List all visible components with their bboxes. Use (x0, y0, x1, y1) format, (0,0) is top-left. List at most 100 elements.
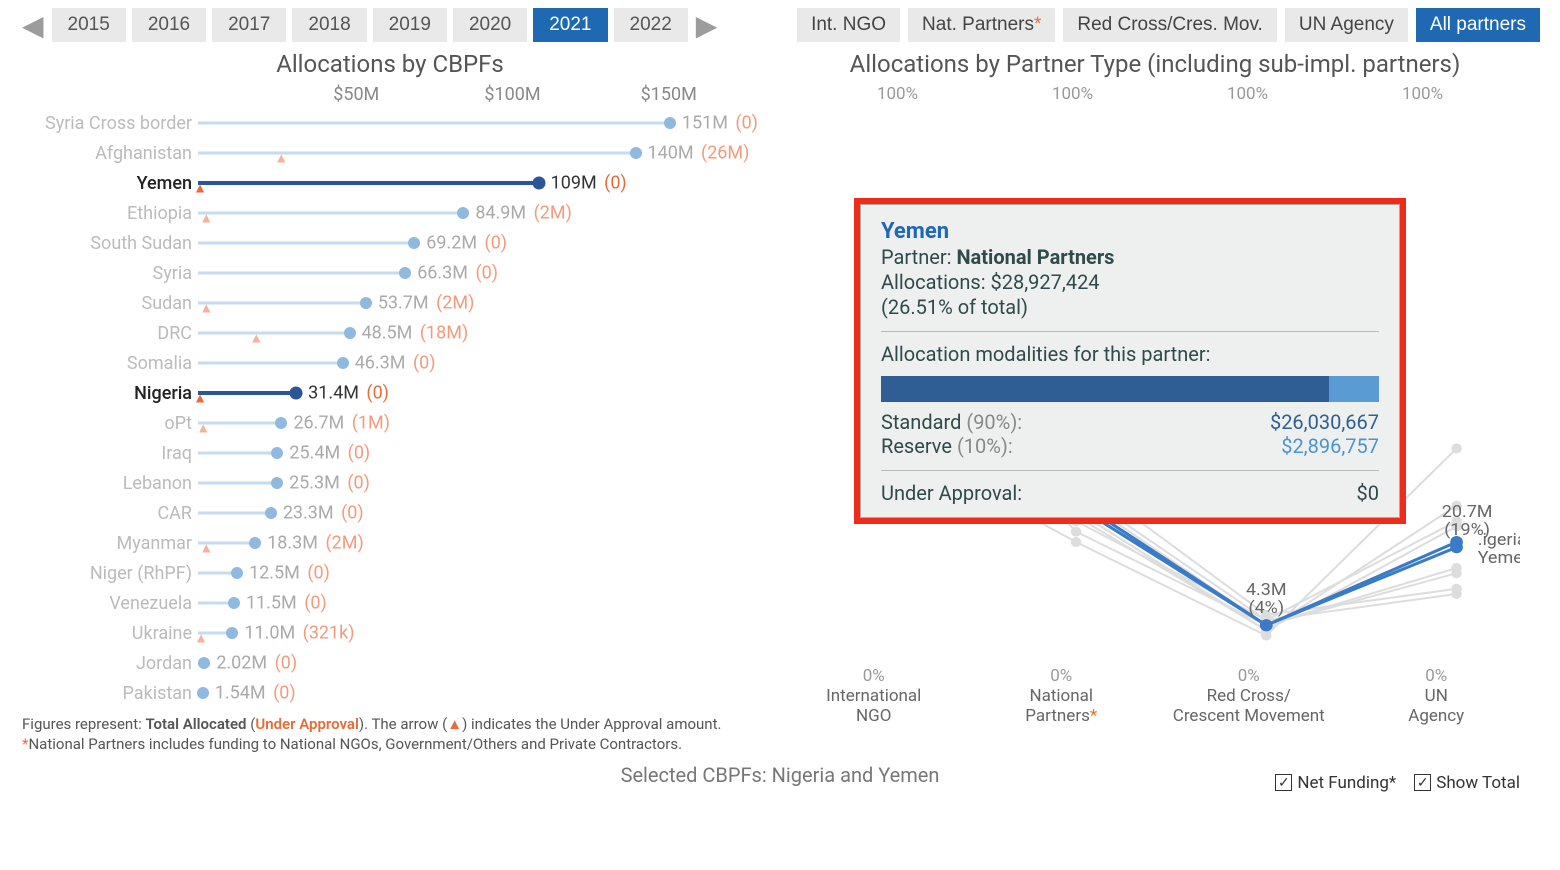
cbpf-value: 84.9M (2M) (475, 203, 572, 224)
pct-tick: 100% (1402, 84, 1443, 104)
tooltip-country: Yemen (881, 219, 1379, 244)
cbpf-label: Myanmar (20, 533, 198, 554)
svg-text:.igeria: .igeria (1478, 531, 1520, 550)
cbpf-row[interactable]: Pakistan1.54M (0) (20, 678, 760, 708)
lollipop-dot (231, 567, 243, 579)
cbpf-label: Niger (RhPF) (20, 563, 198, 584)
cbpf-label: Lebanon (20, 473, 198, 494)
right-checkboxes: ✓Net Funding* ✓Show Total (1275, 773, 1520, 793)
cbpf-row[interactable]: Iraq25.4M (0) (20, 438, 760, 468)
cbpf-label: Sudan (20, 293, 198, 314)
partner-filter-button[interactable]: All partners (1416, 8, 1540, 42)
top-bar: ◀ 20152016201720182019202020212022 ▶ Int… (0, 0, 1560, 46)
year-button-2017[interactable]: 2017 (212, 8, 286, 42)
cbpf-label: Pakistan (20, 683, 198, 704)
cbpf-value: 69.2M (0) (426, 233, 507, 254)
partner-filter-button[interactable]: Red Cross/Cres. Mov. (1063, 8, 1276, 42)
triangle-icon: ▲ (447, 715, 462, 733)
under-approval-marker: ▲ (193, 180, 207, 197)
under-approval-marker: ▲ (199, 300, 213, 317)
cbpf-value: 25.3M (0) (289, 473, 370, 494)
x-tick: $50M (333, 84, 379, 105)
cbpf-row[interactable]: Sudan53.7M (2M)▲ (20, 288, 760, 318)
lollipop-dot (226, 627, 238, 639)
svg-text:(4%): (4%) (1248, 599, 1284, 618)
lollipop-dot (344, 327, 356, 339)
cbpf-row[interactable]: oPt26.7M (1M)▲ (20, 408, 760, 438)
cbpf-row[interactable]: Syria Cross border151M (0) (20, 108, 760, 138)
cbpf-value: 12.5M (0) (249, 563, 330, 584)
lollipop-dot (228, 597, 240, 609)
year-selector: ◀ 20152016201720182019202020212022 ▶ (20, 8, 719, 42)
x-tick: $150M (641, 84, 697, 105)
cbpf-value: 31.4M (0) (308, 383, 389, 404)
cbpf-row[interactable]: CAR23.3M (0) (20, 498, 760, 528)
checkbox-net-funding-[interactable]: ✓Net Funding* (1275, 773, 1396, 793)
lollipop-dot (457, 207, 469, 219)
cbpf-label: Afghanistan (20, 143, 198, 164)
year-prev-button[interactable]: ◀ (20, 9, 46, 42)
cbpf-row[interactable]: Somalia 46.3M (0) (20, 348, 760, 378)
year-button-2016[interactable]: 2016 (132, 8, 206, 42)
x-axis: $50M $100M $150M (200, 84, 700, 108)
cbpf-row[interactable]: Jordan 2.02M (0) (20, 648, 760, 678)
under-approval-marker: ▲ (249, 330, 263, 347)
lollipop-dot (198, 657, 210, 669)
cbpf-row[interactable]: Ukraine11.0M (321k)▲ (20, 618, 760, 648)
right-panel: Allocations by Partner Type (including s… (760, 50, 1540, 755)
tooltip-pct: (26.51% of total) (881, 295, 1379, 319)
cbpf-row[interactable]: South Sudan69.2M (0) (20, 228, 760, 258)
pct-tick: 100% (1052, 84, 1093, 104)
checkbox-show-total[interactable]: ✓Show Total (1414, 773, 1520, 793)
alloc-bar-reserve (1329, 376, 1379, 402)
cbpf-label: Venezuela (20, 593, 198, 614)
partner-filter-button[interactable]: UN Agency (1285, 8, 1408, 42)
cbpf-row[interactable]: Nigeria31.4M (0)▲ (20, 378, 760, 408)
cbpf-label: Ethiopia (20, 203, 198, 224)
cbpf-value: 48.5M (18M) (362, 323, 469, 344)
footnote-text: National Partners includes funding to Na… (28, 735, 682, 753)
cbpf-row[interactable]: DRC48.5M (18M)▲ (20, 318, 760, 348)
lollipop-dot (265, 507, 277, 519)
year-button-2022[interactable]: 2022 (614, 8, 688, 42)
year-button-2018[interactable]: 2018 (292, 8, 366, 42)
cbpf-row[interactable]: Ethiopia 84.9M (2M) ▲ (20, 198, 760, 228)
footnotes: Figures represent: Total Allocated (Unde… (20, 708, 760, 755)
cbpf-label: Jordan (20, 653, 198, 674)
year-next-button[interactable]: ▶ (694, 9, 720, 42)
under-approval-marker: ▲ (199, 210, 213, 227)
x-tick: $100M (484, 84, 540, 105)
footnote-text: Figures represent: (22, 715, 145, 733)
year-button-2020[interactable]: 2020 (453, 8, 527, 42)
lollipop-dot (360, 297, 372, 309)
cbpf-row[interactable]: Niger (RhPF) 12.5M (0) (20, 558, 760, 588)
cbpf-row[interactable]: Yemen109M (0)▲ (20, 168, 760, 198)
lollipop-dot (532, 177, 545, 190)
modality-standard-row: Standard (90%): $26,030,667 (881, 410, 1379, 434)
cbpf-value: 2.02M (0) (216, 653, 297, 674)
partner-filter-button[interactable]: Int. NGO (797, 8, 900, 42)
modality-reserve-row: Reserve (10%): $2,896,757 (881, 434, 1379, 458)
tooltip-modalities-title: Allocation modalities for this partner: (881, 342, 1379, 366)
year-button-2019[interactable]: 2019 (373, 8, 447, 42)
cbpf-row[interactable]: Myanmar18.3M (2M)▲ (20, 528, 760, 558)
svg-text:4.3M: 4.3M (1246, 581, 1287, 600)
year-button-2021[interactable]: 2021 (533, 8, 607, 42)
cbpf-value: 23.3M (0) (283, 503, 364, 524)
cbpf-row[interactable]: Venezuela11.5M (0) (20, 588, 760, 618)
category-label: 0%UNAgency (1343, 666, 1531, 726)
category-axis: 0%InternationalNGO0%NationalPartners*0%R… (780, 666, 1530, 726)
lollipop-dot (249, 537, 261, 549)
cbpf-label: Iraq (20, 443, 198, 464)
cbpf-row[interactable]: Lebanon 25.3M (0) (20, 468, 760, 498)
cbpf-row[interactable]: Syria66.3M (0) (20, 258, 760, 288)
cbpf-label: Somalia (20, 353, 198, 374)
cbpf-row[interactable]: Afghanistan140M (26M)▲ (20, 138, 760, 168)
year-button-2015[interactable]: 2015 (52, 8, 126, 42)
partner-filter-button[interactable]: Nat. Partners* (908, 8, 1055, 42)
left-panel: Allocations by CBPFs $50M$100M$150M Syri… (20, 50, 760, 755)
cbpf-label: Nigeria (20, 383, 198, 404)
category-label: 0%NationalPartners* (968, 666, 1156, 726)
cbpf-value: 46.3M (0) (355, 353, 436, 374)
category-label: 0%InternationalNGO (780, 666, 968, 726)
